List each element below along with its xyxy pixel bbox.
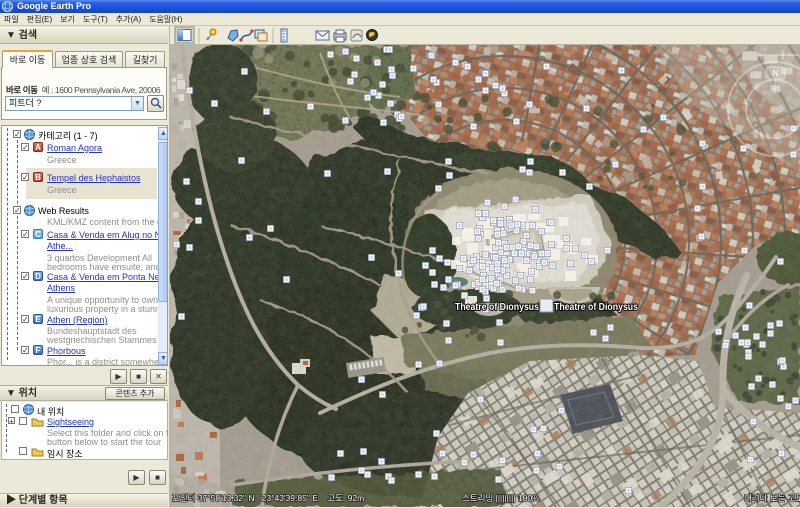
svg-text:Theatre of Dionysus: Theatre of Dionysus: [554, 301, 638, 313]
svg-text:포인터 37°58'13.32" N 23°43'39.: 포인터 37°58'13.32" N 23°43'39.85" E 고도 92m: [172, 493, 364, 503]
svg-text:Theatre of Dionysus: Theatre of Dionysus: [455, 301, 539, 313]
svg-text:내려다 보는 고도 1.51: 내려다 보는 고도 1.51: [744, 493, 800, 503]
svg-text:스트리밍 ||||||||| 100%: 스트리밍 ||||||||| 100%: [462, 493, 540, 503]
svg-text:N: N: [772, 68, 778, 78]
